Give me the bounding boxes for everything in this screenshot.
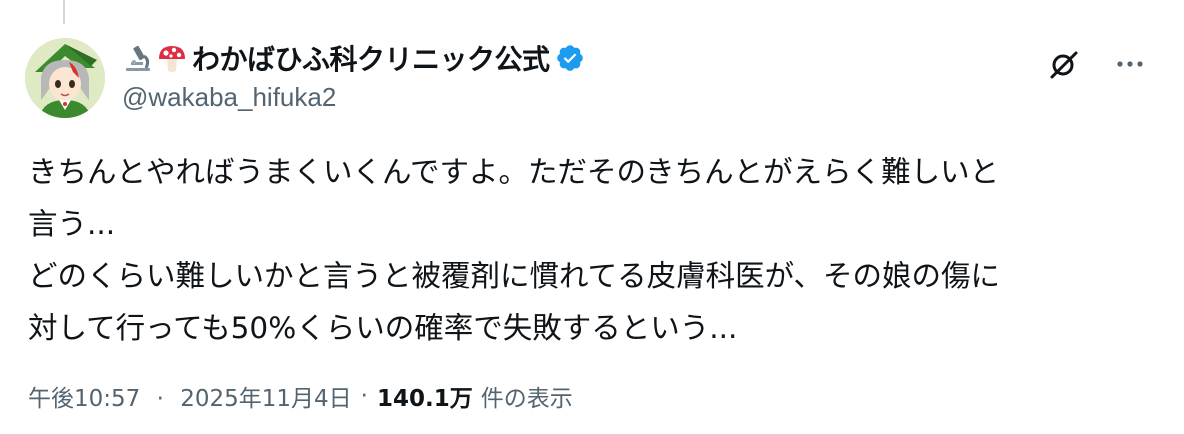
more-options-button[interactable] (1110, 44, 1150, 84)
tweet-header: わかばひふ科クリニック公式 @wakaba_hifuka2 (122, 36, 1160, 116)
author-display-name[interactable]: わかばひふ科クリニック公式 (192, 38, 550, 78)
author-handle[interactable]: @wakaba_hifuka2 (122, 82, 336, 113)
meta-separator: · (360, 383, 368, 409)
tweet-text-line: 対して行っても50%くらいの確率で失敗するという... (28, 311, 738, 345)
views-label: 件の表示 (480, 386, 573, 412)
avatar-illustration (25, 38, 105, 118)
tweet-text-line: どのくらい難しいかと言うと被覆剤に慣れてる皮膚科医が、その娘の傷に (28, 259, 1001, 293)
tweet-detail: わかばひふ科クリニック公式 @wakaba_hifuka2 きちんとやればうまく… (0, 0, 1184, 434)
timestamp-link[interactable]: 午後10:57 · 2025年11月4日 (28, 379, 352, 413)
views-link[interactable]: 140.1万 件の表示 (377, 379, 573, 413)
tweet-text-line: 言う... (28, 207, 116, 241)
tweet-metadata: 午後10:57 · 2025年11月4日 · 140.1万 件の表示 (28, 378, 573, 414)
tweet-date: 2025年11月4日 (180, 386, 352, 412)
author-name-row[interactable]: わかばひふ科クリニック公式 (122, 38, 585, 78)
grok-button[interactable] (1044, 44, 1084, 84)
mushroom-icon (159, 46, 185, 72)
verified-badge-icon[interactable] (555, 43, 585, 73)
grok-icon (1050, 51, 1078, 79)
microscope-icon (126, 45, 150, 71)
meta-separator: · (156, 386, 164, 412)
thread-connector-line (63, 0, 65, 24)
avatar[interactable] (25, 38, 105, 118)
tweet-text: きちんとやればうまくいくんですよ。ただそのきちんとがえらく難しいと 言う... … (28, 146, 1168, 354)
views-count: 140.1万 (376, 386, 473, 412)
tweet-text-line: きちんとやればうまくいくんですよ。ただそのきちんとがえらく難しいと (28, 155, 1000, 189)
tweet-time: 午後10:57 (28, 386, 141, 412)
more-icon (1117, 61, 1143, 67)
